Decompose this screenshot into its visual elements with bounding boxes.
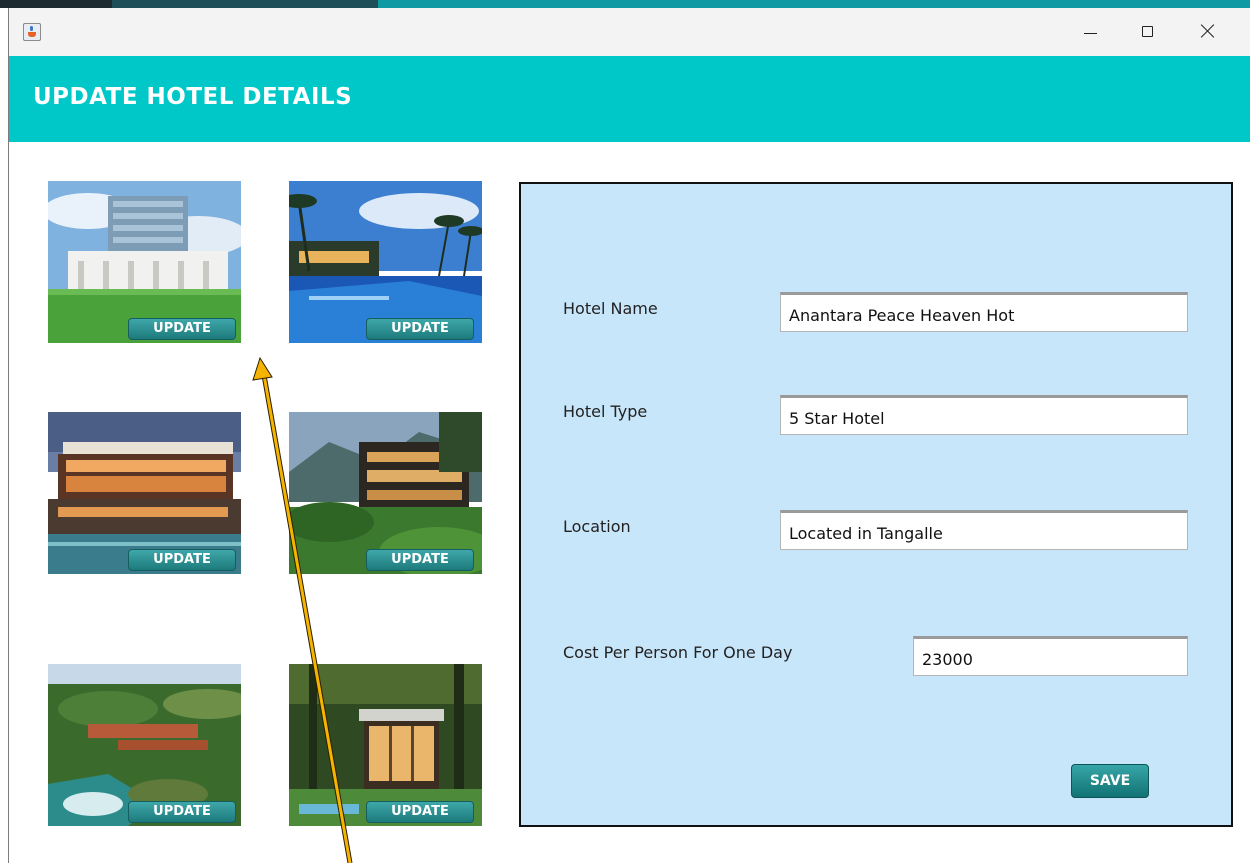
page-header: UPDATE HOTEL DETAILS — [9, 56, 1250, 142]
minimize-icon — [1084, 33, 1097, 34]
hotel-thumbnail-6: UPDATE — [289, 664, 482, 826]
hotel-thumbnail-1: UPDATE — [48, 181, 241, 343]
page-title: UPDATE HOTEL DETAILS — [33, 84, 353, 110]
java-cup-icon — [23, 23, 41, 41]
location-label: Location — [563, 517, 631, 536]
minimize-button[interactable] — [1061, 8, 1119, 56]
app-window: UPDATE HOTEL DETAILS UPDATE UPDATE UPDAT… — [8, 8, 1250, 863]
hotel-thumbnail-3: UPDATE — [48, 412, 241, 574]
close-button[interactable] — [1179, 8, 1237, 56]
update-button[interactable]: UPDATE — [366, 549, 474, 571]
update-button[interactable]: UPDATE — [128, 549, 236, 571]
hotel-type-label: Hotel Type — [563, 402, 648, 421]
cost-label: Cost Per Person For One Day — [563, 643, 793, 662]
hotel-thumbnail-5: UPDATE — [48, 664, 241, 826]
hotel-thumbnail-2: UPDATE — [289, 181, 482, 343]
update-button[interactable]: UPDATE — [366, 318, 474, 340]
maximize-button[interactable] — [1119, 8, 1177, 56]
maximize-icon — [1142, 26, 1153, 37]
hotel-type-field[interactable] — [780, 395, 1188, 435]
save-button[interactable]: SAVE — [1071, 764, 1149, 798]
hotel-details-form: Hotel Name Hotel Type Location Cost Per … — [519, 182, 1233, 827]
title-bar[interactable] — [9, 8, 1250, 56]
hotel-thumbnail-4: UPDATE — [289, 412, 482, 574]
location-field[interactable] — [780, 510, 1188, 550]
cost-field[interactable] — [913, 636, 1188, 676]
hotel-name-label: Hotel Name — [563, 299, 658, 318]
update-button[interactable]: UPDATE — [128, 318, 236, 340]
update-button[interactable]: UPDATE — [128, 801, 236, 823]
update-button[interactable]: UPDATE — [366, 801, 474, 823]
hotel-name-field[interactable] — [780, 292, 1188, 332]
